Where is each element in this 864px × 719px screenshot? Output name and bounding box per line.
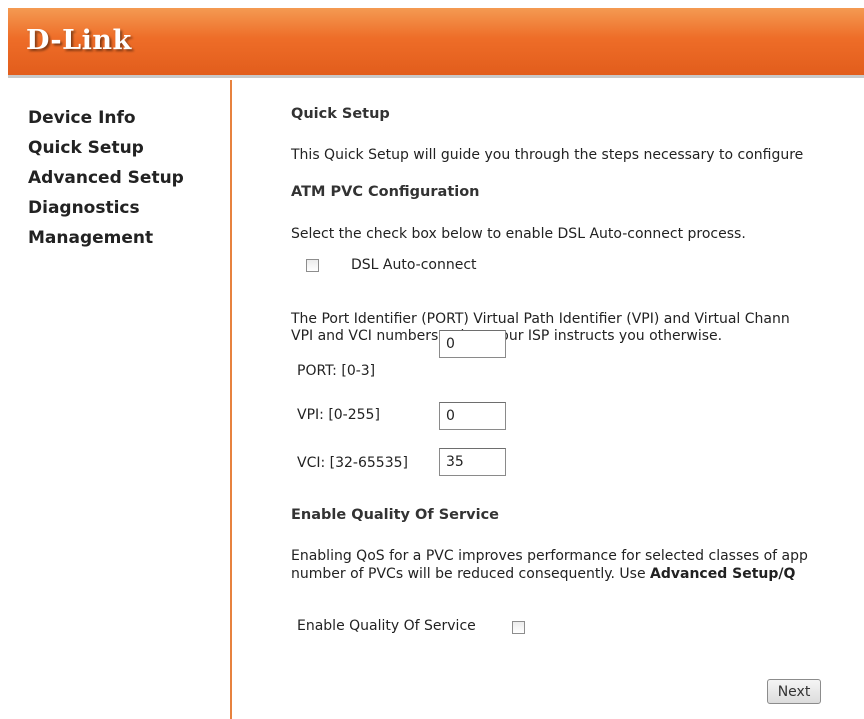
main-content: Quick Setup This Quick Setup will guide … xyxy=(233,80,864,719)
dlink-logo: D-Link xyxy=(26,25,132,56)
next-button[interactable]: Next xyxy=(767,679,821,704)
vci-label: VCI: [32-65535] xyxy=(297,455,408,471)
sidebar-item-quick-setup[interactable]: Quick Setup xyxy=(28,138,144,158)
advanced-setup-qos-link-text: Advanced Setup/Q xyxy=(650,566,796,582)
qos-heading: Enable Quality Of Service xyxy=(291,507,500,523)
intro-text: This Quick Setup will guide you through … xyxy=(291,147,804,163)
vpi-input[interactable] xyxy=(439,402,506,430)
sidebar-item-advanced-setup[interactable]: Advanced Setup xyxy=(28,168,184,188)
qos-info-line-1: Enabling QoS for a PVC improves performa… xyxy=(291,548,808,564)
enable-qos-checkbox[interactable] xyxy=(512,621,525,634)
sidebar-item-management[interactable]: Management xyxy=(28,228,153,248)
enable-qos-label: Enable Quality Of Service xyxy=(297,618,476,634)
vci-input[interactable] xyxy=(439,448,506,476)
qos-info-line-2: number of PVCs will be reduced consequen… xyxy=(291,566,795,582)
header-banner: D-Link xyxy=(8,8,864,78)
dsl-auto-connect-label: DSL Auto-connect xyxy=(351,257,477,273)
sidebar-item-diagnostics[interactable]: Diagnostics xyxy=(28,198,140,218)
auto-connect-prompt: Select the check box below to enable DSL… xyxy=(291,226,746,242)
port-label: PORT: [0-3] xyxy=(297,363,376,379)
dsl-auto-connect-checkbox[interactable] xyxy=(306,259,319,272)
port-info-line-1: The Port Identifier (PORT) Virtual Path … xyxy=(291,311,790,327)
qos-info-line-2-text: number of PVCs will be reduced consequen… xyxy=(291,566,651,582)
port-info-line-2: VPI and VCI numbers unless your ISP inst… xyxy=(291,328,723,344)
sidebar-item-device-info[interactable]: Device Info xyxy=(28,108,136,128)
sidebar-nav: Device Info Quick Setup Advanced Setup D… xyxy=(8,80,232,719)
page-title: Quick Setup xyxy=(291,106,390,122)
port-input[interactable] xyxy=(439,330,506,358)
atm-pvc-heading: ATM PVC Configuration xyxy=(291,184,480,200)
vpi-label: VPI: [0-255] xyxy=(297,407,380,423)
